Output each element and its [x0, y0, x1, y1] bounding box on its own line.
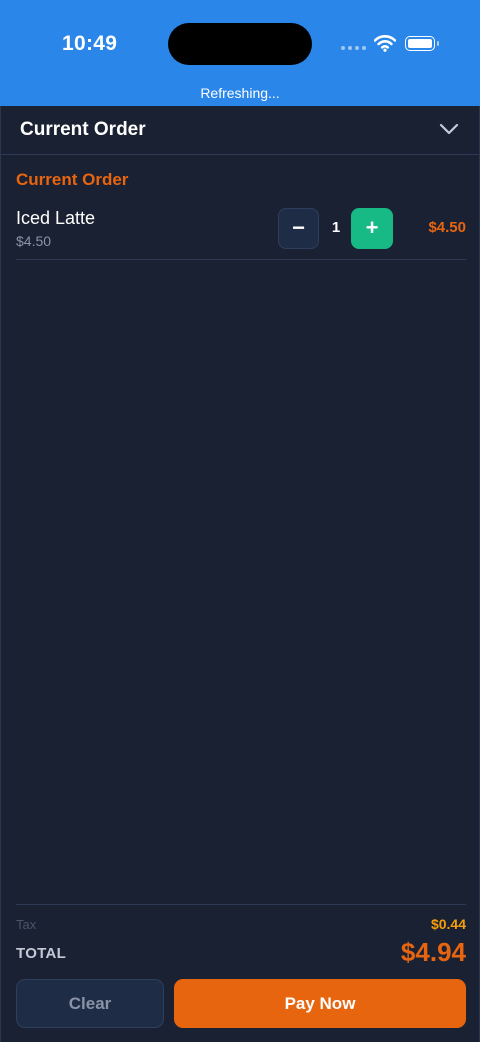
order-header[interactable]: Current Order — [1, 106, 479, 155]
order-item-row: Iced Latte $4.50 − 1 + $4.50 — [16, 204, 466, 260]
increase-quantity-button[interactable]: + — [351, 208, 393, 249]
total-value: $4.94 — [400, 937, 466, 967]
clear-button[interactable]: Clear — [16, 979, 164, 1028]
item-unit-price: $4.50 — [16, 233, 52, 249]
order-header-title: Current Order — [20, 119, 146, 140]
dynamic-island — [168, 23, 312, 65]
battery-icon — [405, 36, 439, 51]
order-summary: Tax $0.44 TOTAL $4.94 Clear Pay Now — [16, 904, 466, 1042]
total-label: TOTAL — [16, 945, 67, 962]
status-bar: 10:49 Refreshing... — [0, 0, 480, 106]
item-name: Iced Latte — [16, 208, 96, 228]
decrease-quantity-button[interactable]: − — [278, 208, 319, 249]
section-title: Current Order — [16, 170, 129, 189]
wifi-icon — [374, 35, 396, 52]
cellular-signal-icon — [341, 46, 367, 52]
refresh-status: Refreshing... — [200, 85, 280, 101]
chevron-down-icon[interactable] — [439, 122, 459, 136]
item-line-total: $4.50 — [428, 219, 466, 236]
item-quantity: 1 — [331, 219, 341, 236]
status-time: 10:49 — [62, 32, 118, 55]
order-panel: Current Order Current Order Iced Latte $… — [0, 106, 480, 1042]
pay-now-button[interactable]: Pay Now — [174, 979, 466, 1028]
tax-value: $0.44 — [430, 916, 466, 932]
tax-label: Tax — [16, 917, 37, 932]
